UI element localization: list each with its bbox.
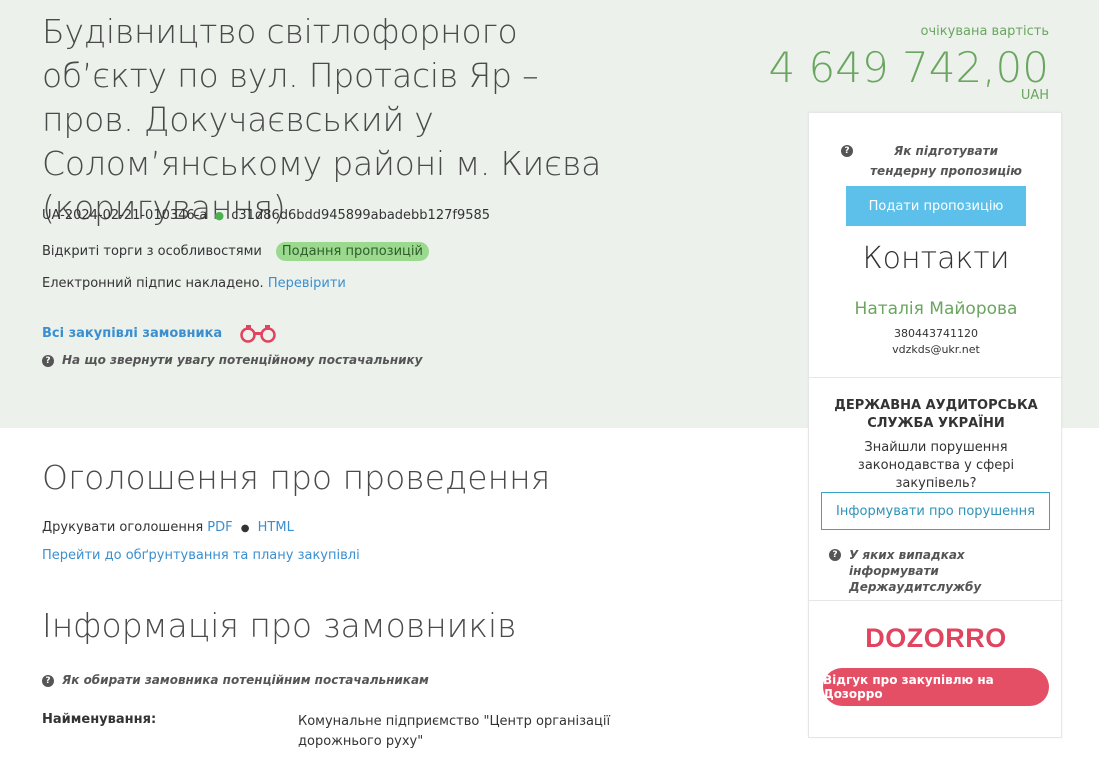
tender-id: UA-2024-02-21-010346-a <box>42 208 208 223</box>
report-violation-button[interactable]: Інформувати про порушення <box>821 492 1050 530</box>
contact-phone: 380443741120 <box>894 327 978 340</box>
print-pdf-link[interactable]: PDF <box>207 520 232 535</box>
signature-row: Електронний підпис накладено. Перевірити <box>42 276 346 291</box>
separator-dot-icon: ● <box>214 209 225 222</box>
buyers-heading: Інформація про замовників <box>42 606 517 645</box>
question-circle-icon: ? <box>829 549 841 561</box>
expected-price-value: 4 649 742,00 <box>768 43 1049 92</box>
dozorro-logo: DOZORRO <box>865 623 1007 653</box>
sidebar-divider <box>809 600 1063 601</box>
sidebar-panel: ? Як підготувати тендерну пропозицію Под… <box>808 112 1063 738</box>
contact-name: Наталія Майорова <box>854 299 1018 319</box>
supplier-hint[interactable]: ? На що звернути увагу потенційному пост… <box>42 353 423 367</box>
binoculars-icon[interactable] <box>238 322 278 344</box>
audit-hint[interactable]: ? У яких випадках інформувати Держаудитс… <box>829 547 1049 595</box>
print-announcement-row: Друкувати оголошення PDF ● HTML <box>42 520 294 535</box>
buyer-name-label: Найменування: <box>42 712 157 727</box>
audit-question: Знайшли порушення законодавства у сфері … <box>857 440 1015 491</box>
procedure-row: Відкриті торги з особливостями Подання п… <box>42 242 429 261</box>
choose-buyer-hint[interactable]: ? Як обирати замовника потенційним поста… <box>42 673 429 687</box>
question-circle-icon: ? <box>42 675 54 687</box>
submit-bid-button[interactable]: Подати пропозицію <box>846 186 1026 226</box>
expected-price-label: очікувана вартість <box>920 24 1049 39</box>
verify-signature-link[interactable]: Перевірити <box>268 276 346 291</box>
contact-email: vdzkds@ukr.net <box>892 343 980 356</box>
sidebar-divider <box>809 377 1063 378</box>
contacts-title: Контакти <box>862 241 1010 276</box>
audit-hint-text: У яких випадках інформувати Держаудитслу… <box>849 548 982 594</box>
announcement-heading: Оголошення про проведення <box>42 458 551 497</box>
procedure-type: Відкриті торги з особливостями <box>42 244 262 259</box>
question-circle-icon: ? <box>841 145 853 157</box>
print-html-link[interactable]: HTML <box>258 520 294 535</box>
prepare-bid-hint[interactable]: ? Як підготувати тендерну пропозицію <box>809 141 1063 181</box>
procurement-plan-link[interactable]: Перейти до обґрунтування та плану закупі… <box>42 548 360 563</box>
tender-id-row: UA-2024-02-21-010346-a ● c31d86d6bdd9458… <box>42 208 490 223</box>
all-buyer-tenders-link[interactable]: Всі закупівлі замовника <box>42 326 222 341</box>
tender-title: Будівництво світлофорного об’єкту по вул… <box>42 12 602 227</box>
signature-text: Електронний підпис накладено. <box>42 276 264 291</box>
choose-buyer-hint-text: Як обирати замовника потенційним постача… <box>62 673 429 687</box>
buyer-name-value: Комунальне підприємство "Центр організац… <box>298 714 611 749</box>
prepare-bid-hint-text: Як підготувати тендерну пропозицію <box>870 144 1022 178</box>
buyer-tenders-link-row: Всі закупівлі замовника <box>42 322 278 344</box>
status-badge: Подання пропозицій <box>275 242 429 261</box>
price-currency: UAH <box>1020 88 1049 103</box>
print-label: Друкувати оголошення <box>42 520 204 535</box>
supplier-hint-text: На що звернути увагу потенційному постач… <box>62 353 423 367</box>
dozorro-feedback-button[interactable]: Відгук про закупівлю на Дозорро <box>823 668 1049 706</box>
question-circle-icon: ? <box>42 355 54 367</box>
tender-hash: c31d86d6bdd945899abadebb127f9585 <box>231 208 491 223</box>
audit-service-title: ДЕРЖАВНА АУДИТОРСЬКА СЛУЖБА УКРАЇНИ <box>834 398 1038 431</box>
separator-dot-icon: ● <box>240 523 250 534</box>
